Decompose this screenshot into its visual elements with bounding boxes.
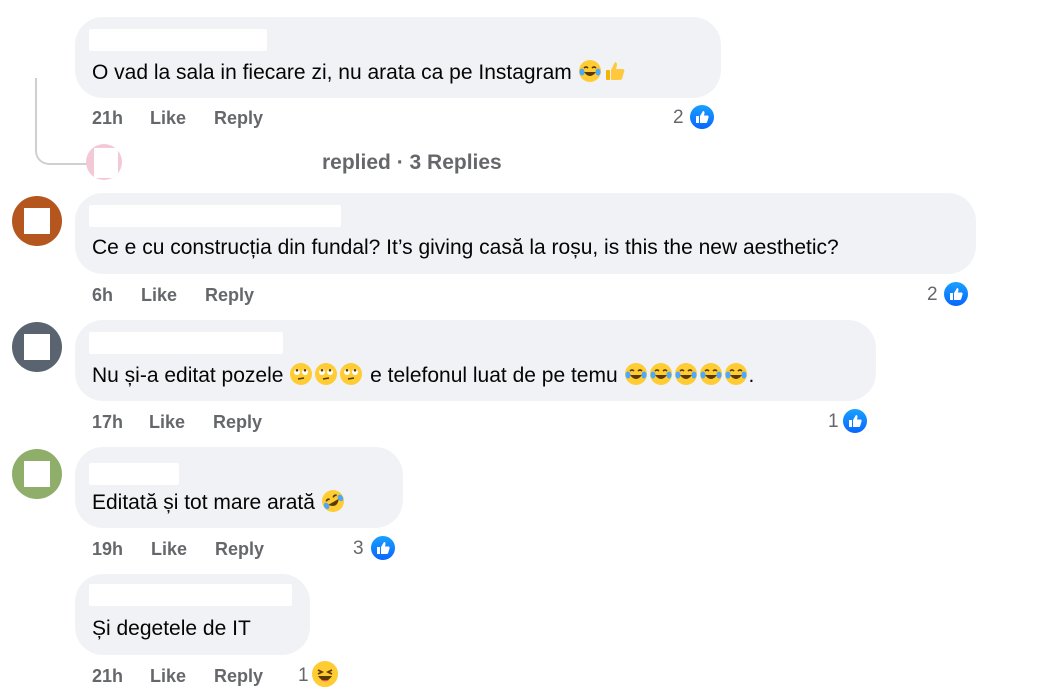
replier-name-redaction	[128, 148, 318, 174]
reply-button[interactable]: Reply	[214, 666, 263, 687]
like-button[interactable]: Like	[150, 108, 186, 129]
rolling-eyes-emoji	[289, 362, 313, 393]
reaction-count: 1	[298, 665, 309, 686]
commenter-avatar	[12, 449, 62, 499]
laughing-tears-emoji	[674, 362, 698, 393]
comment-text: Editată și tot mare arată	[92, 489, 346, 520]
comment-text: O vad la sala in fiecare zi, nu arata ca…	[92, 59, 628, 90]
avatar-redaction	[94, 148, 118, 178]
comment-time: 19h	[92, 539, 124, 559]
comment-time: 17h	[92, 412, 124, 432]
redacted-author-name	[89, 29, 267, 51]
like-reaction-icon[interactable]	[688, 103, 716, 131]
comment-bubble: Ce e cu construcția din fundal? It’s giv…	[75, 193, 976, 274]
commenter-avatar	[12, 322, 62, 372]
like-reaction-icon[interactable]	[369, 534, 397, 562]
comment-text: Ce e cu construcția din fundal? It’s giv…	[92, 236, 839, 259]
like-button[interactable]: Like	[141, 285, 177, 306]
reply-button[interactable]: Reply	[214, 108, 263, 129]
comment-bubble: Nu și-a editat pozele e telefonul luat d…	[75, 320, 876, 401]
replier-avatar	[86, 144, 122, 180]
avatar-redaction	[24, 334, 50, 360]
comment-time: 6h	[92, 285, 114, 305]
commenter-avatar	[12, 196, 62, 246]
haha-reaction-icon[interactable]	[310, 659, 340, 689]
like-reaction-icon[interactable]	[942, 280, 970, 308]
reaction-count: 2	[927, 284, 938, 305]
comment-bubble: O vad la sala in fiecare zi, nu arata ca…	[75, 17, 721, 98]
reaction-count: 3	[353, 538, 364, 559]
like-button[interactable]: Like	[151, 539, 187, 560]
view-replies-link[interactable]: replied · 3 Replies	[322, 151, 502, 175]
thread-connector-line	[35, 78, 87, 165]
avatar-redaction	[24, 208, 50, 234]
comment-time: 21h	[92, 108, 124, 128]
laughing-tears-emoji	[699, 362, 723, 393]
laughing-tears-emoji	[649, 362, 673, 393]
rolling-eyes-emoji	[314, 362, 338, 393]
avatar-redaction	[24, 461, 50, 487]
like-button[interactable]: Like	[150, 666, 186, 687]
reply-button[interactable]: Reply	[213, 412, 262, 433]
comment-text: Nu și-a editat pozele e telefonul luat d…	[92, 362, 754, 393]
laughing-tears-emoji	[578, 59, 602, 90]
comment-time: 21h	[92, 666, 124, 686]
thumbs-up-emoji	[603, 59, 627, 90]
like-reaction-icon[interactable]	[841, 407, 869, 435]
redacted-author-name	[89, 463, 179, 485]
reply-button[interactable]: Reply	[215, 539, 264, 560]
rolling-laughing-emoji	[321, 489, 345, 520]
laughing-tears-emoji	[724, 362, 748, 393]
laughing-tears-emoji	[624, 362, 648, 393]
comment-bubble: Editată și tot mare arată	[75, 447, 403, 528]
redacted-author-name	[89, 584, 292, 606]
reaction-count: 1	[828, 411, 839, 432]
redacted-author-name	[89, 205, 341, 227]
reaction-count: 2	[673, 107, 684, 128]
redacted-author-name	[89, 332, 283, 354]
like-button[interactable]: Like	[149, 412, 185, 433]
comment-text: Și degetele de IT	[92, 617, 251, 640]
rolling-eyes-emoji	[339, 362, 363, 393]
comment-bubble: Și degetele de IT	[75, 574, 310, 655]
reply-button[interactable]: Reply	[205, 285, 254, 306]
